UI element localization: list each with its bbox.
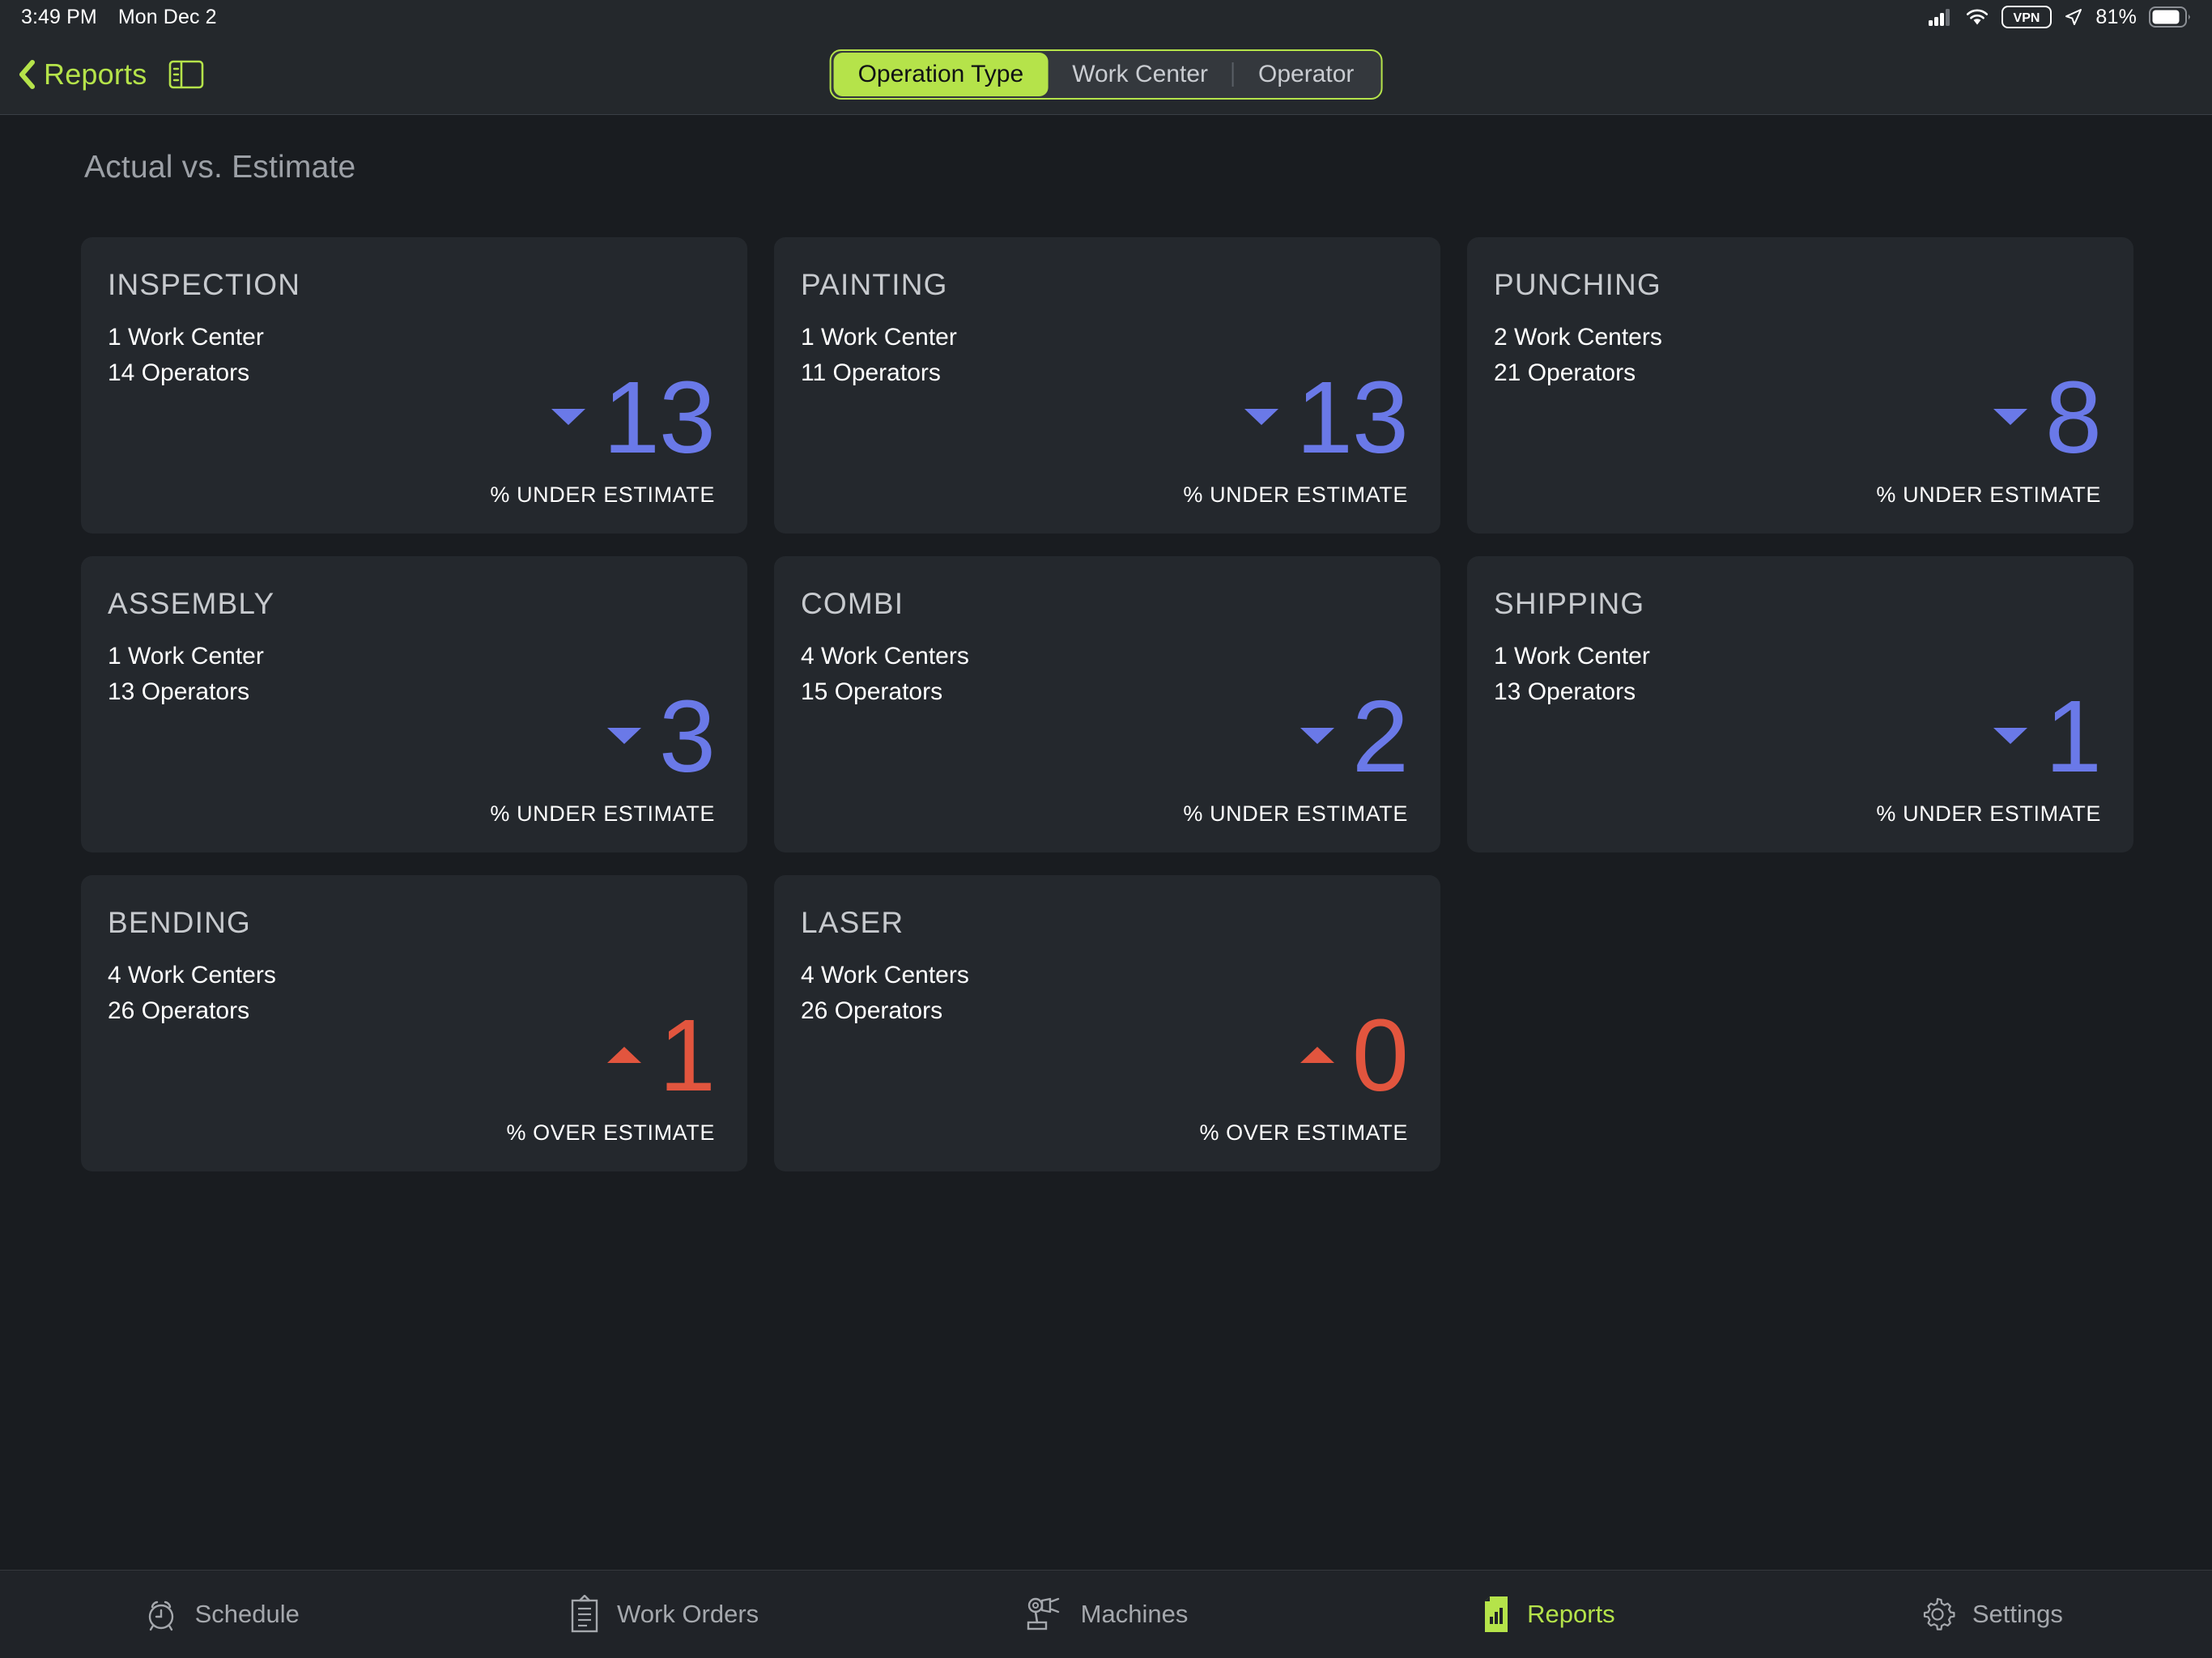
- tab-schedule-label: Schedule: [194, 1600, 300, 1628]
- metric-card[interactable]: PUNCHING 2 Work Centers 21 Operators 8% UND…: [1467, 237, 2133, 534]
- metric-card-grid: INSPECTION 1 Work Center 14 Operators 13% U…: [81, 237, 2134, 1171]
- metric-card-work-centers: 1 Work Center: [1494, 643, 1650, 670]
- metric-card-caption: % UNDER ESTIMATE: [490, 801, 715, 826]
- metric-card-value: 13: [1295, 359, 1409, 474]
- tab-schedule[interactable]: Schedule: [0, 1596, 442, 1633]
- bottom-tab-bar: Schedule Work Orders Machines Reports Se…: [0, 1570, 2212, 1658]
- trend-down-triangle-icon: [1993, 409, 2027, 426]
- location-arrow-icon: [2064, 7, 2083, 27]
- metric-card-work-centers: 1 Work Center: [108, 324, 264, 351]
- tab-settings-label: Settings: [1972, 1600, 2063, 1628]
- metric-card-caption: % UNDER ESTIMATE: [1183, 483, 1408, 507]
- metric-card-value: 1: [2044, 678, 2102, 793]
- svg-text:VPN: VPN: [2014, 11, 2040, 25]
- trend-down-triangle-icon: [1993, 728, 2027, 745]
- metric-card-value-row: 2: [1300, 678, 1409, 793]
- metric-card-caption: % UNDER ESTIMATE: [1876, 483, 2101, 507]
- status-bar: 3:49 PM Mon Dec 2 VPN 81%: [0, 0, 2212, 34]
- metric-card-title: SHIPPING: [1494, 587, 1645, 620]
- tab-machines-label: Machines: [1080, 1600, 1189, 1628]
- sidebar-toggle-icon: [168, 60, 204, 94]
- metric-card[interactable]: BENDING 4 Work Centers 26 Operators 1% OVER…: [81, 875, 747, 1171]
- metric-card-work-centers: 4 Work Centers: [108, 962, 276, 988]
- metric-card-value-row: 13: [1244, 359, 1409, 474]
- metric-card-value: 13: [602, 359, 716, 474]
- metric-card-value-row: 3: [606, 678, 716, 793]
- metric-card-caption: % OVER ESTIMATE: [506, 1120, 715, 1145]
- alarm-clock-icon: [143, 1596, 179, 1633]
- trend-up-triangle-icon: [606, 1047, 641, 1064]
- metric-card[interactable]: INSPECTION 1 Work Center 14 Operators 13% U…: [81, 237, 747, 534]
- tab-work-orders[interactable]: Work Orders: [442, 1595, 884, 1634]
- metric-card-title: PAINTING: [801, 268, 948, 301]
- trend-down-triangle-icon: [606, 728, 641, 745]
- report-chart-icon: [1482, 1596, 1511, 1633]
- tab-machines[interactable]: Machines: [885, 1596, 1327, 1633]
- vpn-badge-icon: VPN: [2001, 6, 2052, 28]
- metric-card-work-centers: 4 Work Centers: [801, 962, 969, 988]
- trend-down-triangle-icon: [1300, 728, 1334, 745]
- metric-card[interactable]: ASSEMBLY 1 Work Center 13 Operators 3% UNDE…: [81, 556, 747, 852]
- metric-card-value-row: 0: [1300, 997, 1409, 1112]
- trend-down-triangle-icon: [551, 409, 585, 426]
- tab-settings[interactable]: Settings: [1770, 1596, 2212, 1633]
- sidebar-toggle-button[interactable]: [168, 58, 204, 91]
- status-time: 3:49 PM: [21, 5, 97, 28]
- wifi-icon: [1965, 8, 1989, 26]
- status-bar-left: 3:49 PM Mon Dec 2: [21, 6, 217, 29]
- metric-card-caption: % UNDER ESTIMATE: [1183, 801, 1408, 826]
- page-title: Actual vs. Estimate: [84, 150, 356, 185]
- status-date: Mon Dec 2: [117, 5, 217, 28]
- back-button[interactable]: Reports: [18, 57, 147, 91]
- metric-card-title: INSPECTION: [108, 268, 301, 301]
- gear-icon: [1919, 1596, 1956, 1633]
- battery-icon: [2149, 6, 2191, 28]
- cellular-signal-icon: [1929, 8, 1953, 26]
- metric-card-value: 0: [1351, 997, 1409, 1112]
- metric-card-title: LASER: [801, 906, 904, 939]
- metric-card-value-row: 13: [551, 359, 716, 474]
- metric-card-value-row: 8: [1993, 359, 2102, 474]
- metric-card-title: PUNCHING: [1494, 268, 1661, 301]
- metric-card-work-centers: 1 Work Center: [801, 324, 957, 351]
- metric-card-value: 2: [1351, 678, 1409, 793]
- segment-operator[interactable]: Operator: [1234, 53, 1378, 96]
- metric-card-work-centers: 2 Work Centers: [1494, 324, 1662, 351]
- segment-operation-type[interactable]: Operation Type: [833, 52, 1049, 96]
- metric-card[interactable]: SHIPPING 1 Work Center 13 Operators 1% UNDE…: [1467, 556, 2133, 852]
- metric-card-caption: % UNDER ESTIMATE: [490, 483, 715, 507]
- segment-work-center[interactable]: Work Center: [1048, 53, 1232, 96]
- battery-percent-label: 81%: [2095, 5, 2137, 28]
- metric-card-work-centers: 1 Work Center: [108, 643, 264, 670]
- metric-card-work-centers: 4 Work Centers: [801, 643, 969, 670]
- metric-card-title: ASSEMBLY: [108, 587, 275, 620]
- tab-reports[interactable]: Reports: [1327, 1596, 1769, 1633]
- chevron-left-icon: [18, 59, 36, 89]
- metric-card-value-row: 1: [606, 997, 716, 1112]
- nav-bar: Reports Operation Type Work Center Opera…: [0, 34, 2212, 115]
- metric-card[interactable]: PAINTING 1 Work Center 11 Operators 13% UND…: [774, 237, 1440, 534]
- metric-card-title: BENDING: [108, 906, 251, 939]
- report-content: Actual vs. Estimate INSPECTION 1 Work Cen…: [0, 116, 2212, 1570]
- metric-card-value: 1: [658, 997, 716, 1112]
- view-mode-segmented-control[interactable]: Operation Type Work Center Operator: [829, 49, 1383, 100]
- metric-card-title: COMBI: [801, 587, 904, 620]
- back-button-label: Reports: [44, 57, 147, 91]
- metric-card-value: 3: [658, 678, 716, 793]
- metric-card-value-row: 1: [1993, 678, 2102, 793]
- clipboard-icon: [568, 1595, 601, 1634]
- metric-card[interactable]: LASER 4 Work Centers 26 Operators 0% OVER E…: [774, 875, 1440, 1171]
- tab-work-orders-label: Work Orders: [617, 1600, 759, 1628]
- trend-up-triangle-icon: [1300, 1047, 1334, 1064]
- metric-card-caption: % OVER ESTIMATE: [1199, 1120, 1408, 1145]
- metric-card-caption: % UNDER ESTIMATE: [1876, 801, 2101, 826]
- metric-card[interactable]: COMBI 4 Work Centers 15 Operators 2% UNDER …: [774, 556, 1440, 852]
- robot-arm-icon: [1024, 1596, 1065, 1633]
- status-bar-right: VPN 81%: [1929, 6, 2191, 29]
- trend-down-triangle-icon: [1244, 409, 1278, 426]
- metric-card-value: 8: [2044, 359, 2102, 474]
- tab-reports-label: Reports: [1527, 1600, 1615, 1628]
